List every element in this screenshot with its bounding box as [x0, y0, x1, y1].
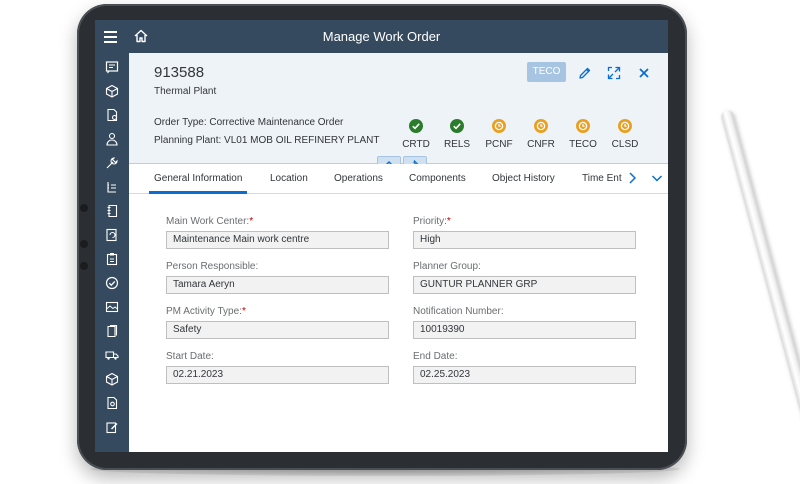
tab-object-history[interactable]: Object History — [492, 173, 555, 184]
planner-group-label: Planner Group: — [413, 261, 481, 272]
end-date-field[interactable]: 02.25.2023 — [413, 366, 636, 384]
object-subtitle: Thermal Plant — [154, 86, 217, 97]
document-gear-icon[interactable] — [102, 393, 122, 413]
status-rels: RELS — [439, 119, 475, 150]
tools-icon[interactable] — [102, 153, 122, 173]
person-responsible-label: Person Responsible: — [166, 261, 259, 272]
pending-clock-icon — [618, 119, 632, 133]
status-pcnf: PCNF — [481, 119, 517, 150]
clipboard-icon[interactable] — [102, 249, 122, 269]
app-screen: Manage Work Order 913588 Thermal Plant T… — [95, 20, 668, 452]
device-mockup: Manage Work Order 913588 Thermal Plant T… — [0, 0, 800, 484]
stylus-pencil — [720, 108, 800, 461]
order-type: Order Type: Corrective Maintenance Order — [154, 117, 344, 128]
check-circle-icon[interactable] — [102, 273, 122, 293]
chevron-down-icon[interactable] — [649, 170, 665, 186]
tab-components[interactable]: Components — [409, 173, 466, 184]
start-date-label: Start Date: — [166, 351, 214, 362]
notebook-icon[interactable] — [102, 201, 122, 221]
pending-clock-icon — [492, 119, 506, 133]
check-circle-icon — [409, 119, 423, 133]
status-crtd: CRTD — [398, 119, 434, 150]
tab-bar: General Information Location Operations … — [129, 164, 668, 194]
end-date-label: End Date: — [413, 351, 458, 362]
tablet-button-dot — [80, 240, 88, 248]
tablet-button-dot — [80, 204, 88, 212]
gallery-icon[interactable] — [102, 297, 122, 317]
planning-plant: Planning Plant: VL01 MOB OIL REFINERY PL… — [154, 135, 380, 146]
pm-activity-type-field[interactable]: Safety — [166, 321, 389, 339]
pm-activity-type-label: PM Activity Type:* — [166, 306, 246, 317]
priority-field[interactable]: High — [413, 231, 636, 249]
chevron-right-icon[interactable] — [624, 170, 640, 186]
close-icon[interactable] — [636, 65, 652, 81]
notification-number-label: Notification Number: — [413, 306, 504, 317]
status-clsd: CLSD — [607, 119, 643, 150]
document-settings-icon[interactable] — [102, 105, 122, 125]
pending-clock-icon — [576, 119, 590, 133]
start-date-field[interactable]: 02.21.2023 — [166, 366, 389, 384]
planner-group-field[interactable]: GUNTUR PLANNER GRP — [413, 276, 636, 294]
notification-number-field[interactable]: 10019390 — [413, 321, 636, 339]
shell-bar: Manage Work Order — [95, 20, 668, 53]
tab-operations[interactable]: Operations — [334, 173, 383, 184]
truck-icon[interactable] — [102, 345, 122, 365]
person-responsible-field[interactable]: Tamara Aeryn — [166, 276, 389, 294]
status-cnfr: CNFR — [523, 119, 559, 150]
pencil-icon[interactable] — [577, 65, 593, 81]
refresh-document-icon[interactable] — [102, 225, 122, 245]
tab-general-information[interactable]: General Information — [154, 173, 242, 184]
checklist-icon[interactable] — [102, 177, 122, 197]
object-page: 913588 Thermal Plant TECO Order Type: Co… — [129, 53, 668, 452]
general-information-form: Main Work Center:* Maintenance Main work… — [129, 194, 668, 452]
expand-icon[interactable] — [606, 65, 622, 81]
work-order-icon[interactable] — [102, 57, 122, 77]
cube-outline-icon[interactable] — [102, 369, 122, 389]
edit-document-icon[interactable] — [102, 417, 122, 437]
tab-location[interactable]: Location — [270, 173, 308, 184]
sidebar — [95, 53, 129, 452]
cube-icon[interactable] — [102, 81, 122, 101]
technician-icon[interactable] — [102, 129, 122, 149]
header-attributes: Order Type: Corrective Maintenance Order… — [129, 105, 668, 163]
priority-label: Priority:* — [413, 216, 451, 227]
status-teco: TECO — [565, 119, 601, 150]
object-header: 913588 Thermal Plant TECO — [129, 53, 668, 105]
main-work-center-field[interactable]: Maintenance Main work centre — [166, 231, 389, 249]
object-id: 913588 — [154, 64, 205, 81]
teco-button[interactable]: TECO — [527, 62, 566, 82]
pending-clock-icon — [534, 119, 548, 133]
main-work-center-label: Main Work Center:* — [166, 216, 254, 227]
tablet-button-dot — [80, 262, 88, 270]
book-icon[interactable] — [102, 321, 122, 341]
check-circle-icon — [450, 119, 464, 133]
app-title: Manage Work Order — [322, 29, 441, 44]
tab-time-entry[interactable]: Time Ent — [582, 173, 622, 184]
